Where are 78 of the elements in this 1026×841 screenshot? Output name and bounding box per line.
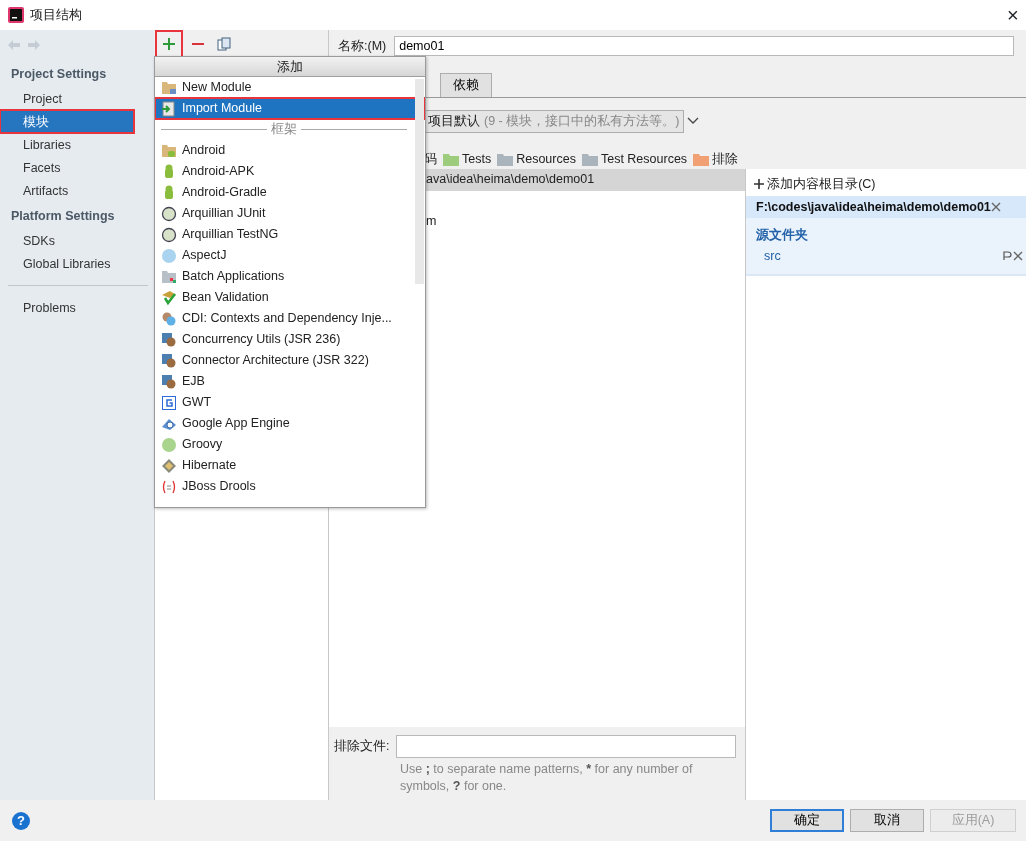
close-icon — [1013, 251, 1023, 262]
menu-item[interactable]: Concurrency Utils (JSR 236) — [155, 329, 414, 350]
exclude-label: 排除文件: — [334, 738, 390, 756]
dialog-button[interactable]: 取消 — [849, 809, 924, 832]
add-icon — [162, 37, 176, 51]
forward-arrow-icon — [27, 39, 42, 51]
app-logo-icon — [8, 7, 24, 23]
add-button[interactable] — [156, 31, 182, 57]
module-type-icon — [161, 247, 177, 264]
menu-item[interactable]: AspectJ — [155, 245, 414, 266]
menu-item[interactable]: Google App Engine — [155, 413, 414, 434]
module-type-icon — [161, 268, 177, 285]
exclude-field[interactable] — [395, 735, 736, 758]
close-button[interactable]: × — [1006, 0, 1020, 31]
source-folder: src — [764, 248, 781, 265]
module-type-icon — [161, 100, 177, 117]
sidebar-item[interactable]: 模块 — [0, 109, 134, 133]
menu-item[interactable]: Connector Architecture (JSR 322) — [155, 350, 414, 371]
module-type-icon — [161, 478, 177, 495]
scrollbar[interactable] — [415, 79, 424, 284]
folder-type-label[interactable]: Tests — [462, 149, 492, 169]
section-header: Project Settings — [10, 66, 108, 83]
dropdown-hint: (9 - 模块，接口中的私有方法等。) — [484, 112, 680, 130]
menu-item[interactable]: New Module — [155, 77, 414, 98]
menu-item[interactable]: GWT — [155, 392, 414, 413]
menu-item[interactable]: EJB — [155, 371, 414, 392]
module-type-icon — [161, 352, 177, 369]
section-header: Platform Settings — [10, 207, 116, 225]
module-type-icon — [161, 331, 177, 348]
module-type-icon — [161, 226, 177, 243]
tab[interactable]: 依赖 — [440, 73, 492, 97]
menu-item[interactable]: Arquillian TestNG — [155, 224, 414, 245]
name-field[interactable]: demo01 — [394, 36, 1014, 56]
popup-title: 添加 — [155, 57, 425, 77]
sidebar-item[interactable]: Facets — [0, 155, 154, 179]
menu-item[interactable]: Android — [155, 140, 414, 161]
content-root-path: F:\codes\java\idea\heima\demo\demo01 — [756, 198, 991, 216]
module-type-icon — [161, 142, 177, 159]
back-arrow-icon — [7, 39, 21, 51]
properties-icon — [1003, 251, 1013, 262]
close-icon — [990, 201, 1001, 212]
folder-type-label[interactable]: Resources — [516, 149, 576, 169]
sidebar-item[interactable]: Problems — [0, 295, 154, 319]
add-icon — [754, 179, 764, 190]
sidebar-item[interactable]: Artifacts — [0, 178, 154, 202]
hint-text: Use ; to separate name patterns, * for any number of symbols, ? for one. — [400, 761, 694, 795]
menu-item[interactable]: CDI: Contexts and Dependency Inje... — [155, 308, 414, 329]
module-type-icon — [161, 373, 177, 390]
module-type-icon — [161, 289, 177, 306]
menu-item[interactable]: Bean Validation — [155, 287, 414, 308]
chevron-down-icon — [687, 117, 700, 126]
window-title: 项目结构 — [30, 6, 82, 24]
source-folders-title: 源文件夹 — [755, 227, 809, 245]
module-type-icon — [161, 436, 177, 453]
module-type-icon — [161, 310, 177, 327]
menu-item[interactable]: Hibernate — [155, 455, 414, 476]
sidebar-item[interactable]: Libraries — [0, 132, 154, 156]
module-type-icon — [161, 457, 177, 474]
menu-item[interactable]: JBoss Drools — [155, 476, 414, 497]
help-button[interactable]: ? — [12, 811, 30, 830]
sidebar-item[interactable]: Project — [0, 86, 154, 110]
separator-label: 框架 — [271, 121, 297, 139]
name-label: 名称:(M) — [338, 37, 387, 55]
menu-item[interactable]: Import Module — [155, 98, 425, 119]
copy-icon — [217, 37, 231, 51]
menu-item[interactable]: Groovy — [155, 434, 414, 455]
sidebar-item[interactable]: SDKs — [0, 228, 154, 252]
module-type-icon — [161, 79, 177, 96]
add-content-root-link[interactable]: 添加内容根目录(C) — [767, 174, 876, 194]
sidebar-item[interactable]: Global Libraries — [0, 251, 154, 275]
module-type-icon — [161, 205, 177, 222]
dropdown-value: 项目默认 — [428, 112, 480, 130]
dialog-button[interactable]: 确定 — [769, 809, 844, 832]
menu-item[interactable]: Arquillian JUnit — [155, 203, 414, 224]
module-type-icon — [161, 394, 177, 411]
folder-type-label[interactable]: Test Resources — [600, 149, 688, 169]
folder-type-label[interactable]: 排除 — [712, 149, 739, 169]
menu-item[interactable]: Batch Applications — [155, 266, 414, 287]
